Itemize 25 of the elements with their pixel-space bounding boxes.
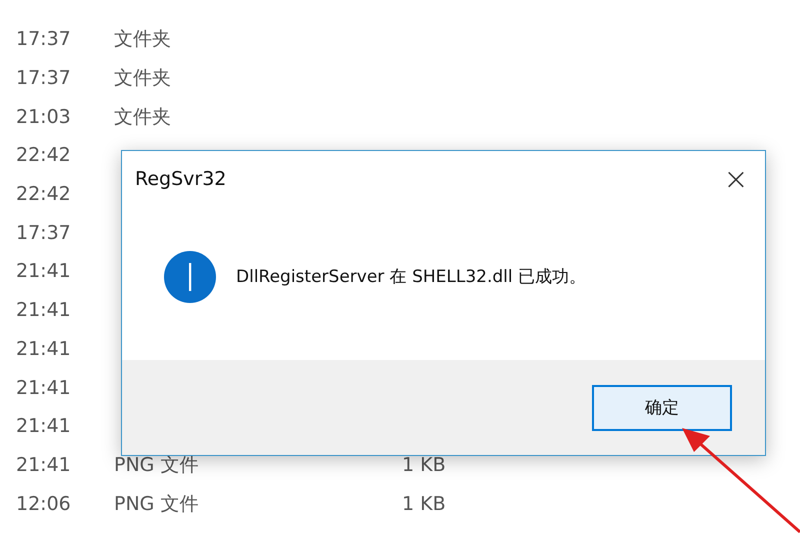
modified-cell: 21:03 <box>16 106 71 128</box>
type-cell-text: PNG 文件 <box>114 492 198 517</box>
modified-cell: 21:41 <box>16 338 71 360</box>
modified-cell: 21:41 <box>16 454 71 476</box>
dialog-message: DllRegisterServer 在 SHELL32.dll 已成功。 <box>236 266 586 288</box>
type-cell-text: PNG 文件 <box>114 452 198 478</box>
info-icon <box>164 250 216 302</box>
type-cell-text: 文件夹 <box>114 104 171 130</box>
modified-cell: 12:06 <box>16 492 71 515</box>
type-cell-text: 文件夹 <box>114 66 171 92</box>
modified-cell: 22:42 <box>16 183 71 206</box>
window-title: RegSvr32 <box>135 168 226 190</box>
modified-cell: 21:41 <box>16 260 71 282</box>
modified-cell: 21:41 <box>16 376 71 399</box>
modified-cell: 21:41 <box>16 415 71 438</box>
modified-cell: 21:41 <box>16 299 71 322</box>
modified-cell: 17:37 <box>16 222 71 244</box>
size-cell: 1 KB <box>402 492 446 515</box>
modified-cell: 17:37 <box>16 67 71 90</box>
modified-cell: 17:37 <box>16 28 71 50</box>
ok-button[interactable]: 确定 <box>592 384 732 430</box>
size-cell: 1 KB <box>402 454 446 476</box>
type-cell-text: 文件夹 <box>114 27 171 52</box>
close-button[interactable]: × <box>713 156 759 202</box>
modified-cell: 22:42 <box>16 144 71 166</box>
